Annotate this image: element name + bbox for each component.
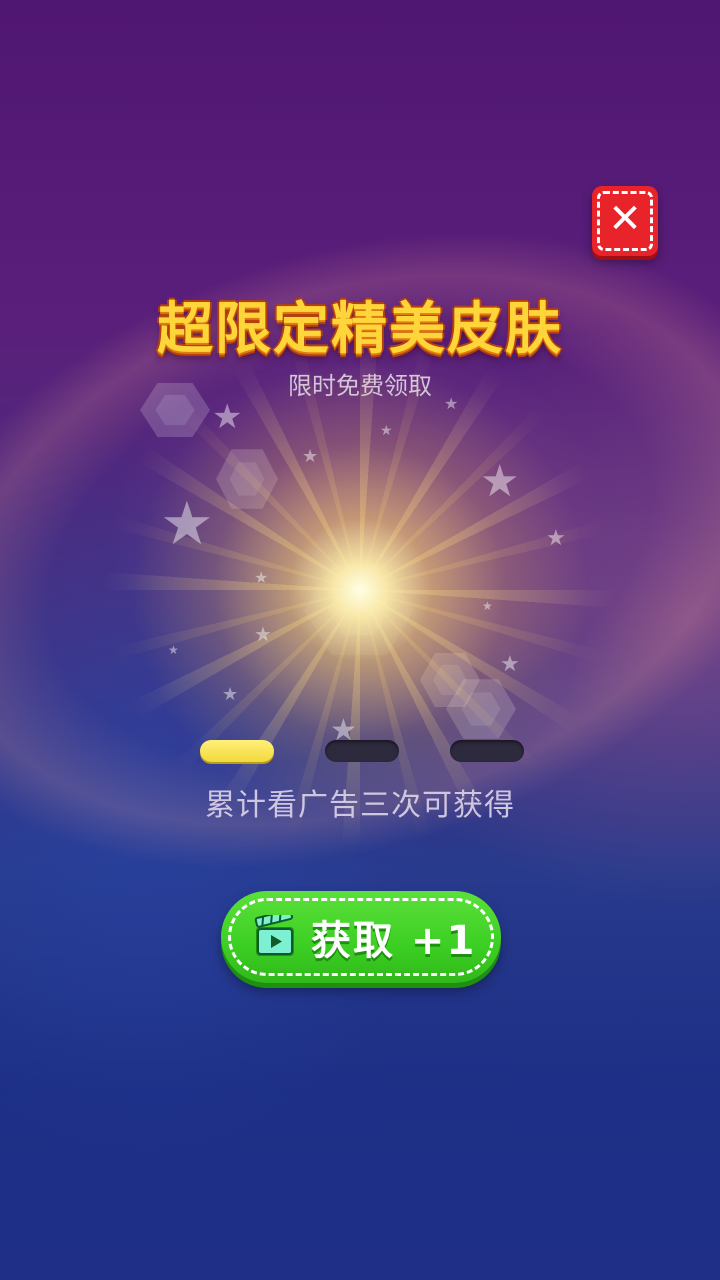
star-icon: ★ (302, 446, 319, 467)
progress-segment-1 (200, 740, 274, 762)
close-icon: ✕ (608, 196, 642, 242)
star-icon: ★ (380, 423, 393, 439)
star-icon: ★ (546, 526, 566, 551)
star-icon: ★ (480, 456, 520, 507)
star-icon: ★ (500, 652, 520, 677)
star-icon: ★ (482, 599, 493, 613)
get-button-label: 获取 +1 (311, 918, 477, 964)
star-icon: ★ (444, 394, 459, 413)
get-reward-button[interactable]: 获取 +1 (221, 891, 501, 983)
close-button[interactable]: ✕ (592, 186, 658, 256)
star-icon: ★ (160, 489, 214, 559)
skin-reward-screen: ✕ 超限定精美皮肤 限时免费领取 ★ ★ ★ ★ ★ ★ ★ ★ ★ ★ ★ ★… (0, 0, 720, 1280)
progress-segment-2 (325, 740, 399, 762)
video-clapper-icon (254, 915, 294, 956)
star-icon: ★ (254, 568, 269, 587)
star-icon: ★ (168, 643, 179, 657)
star-icon: ★ (254, 622, 272, 646)
ad-progress-hint: 累计看广告三次可获得 (205, 788, 515, 823)
progress-segment-3 (450, 740, 524, 762)
star-icon: ★ (212, 397, 243, 437)
star-icon: ★ (222, 684, 239, 705)
